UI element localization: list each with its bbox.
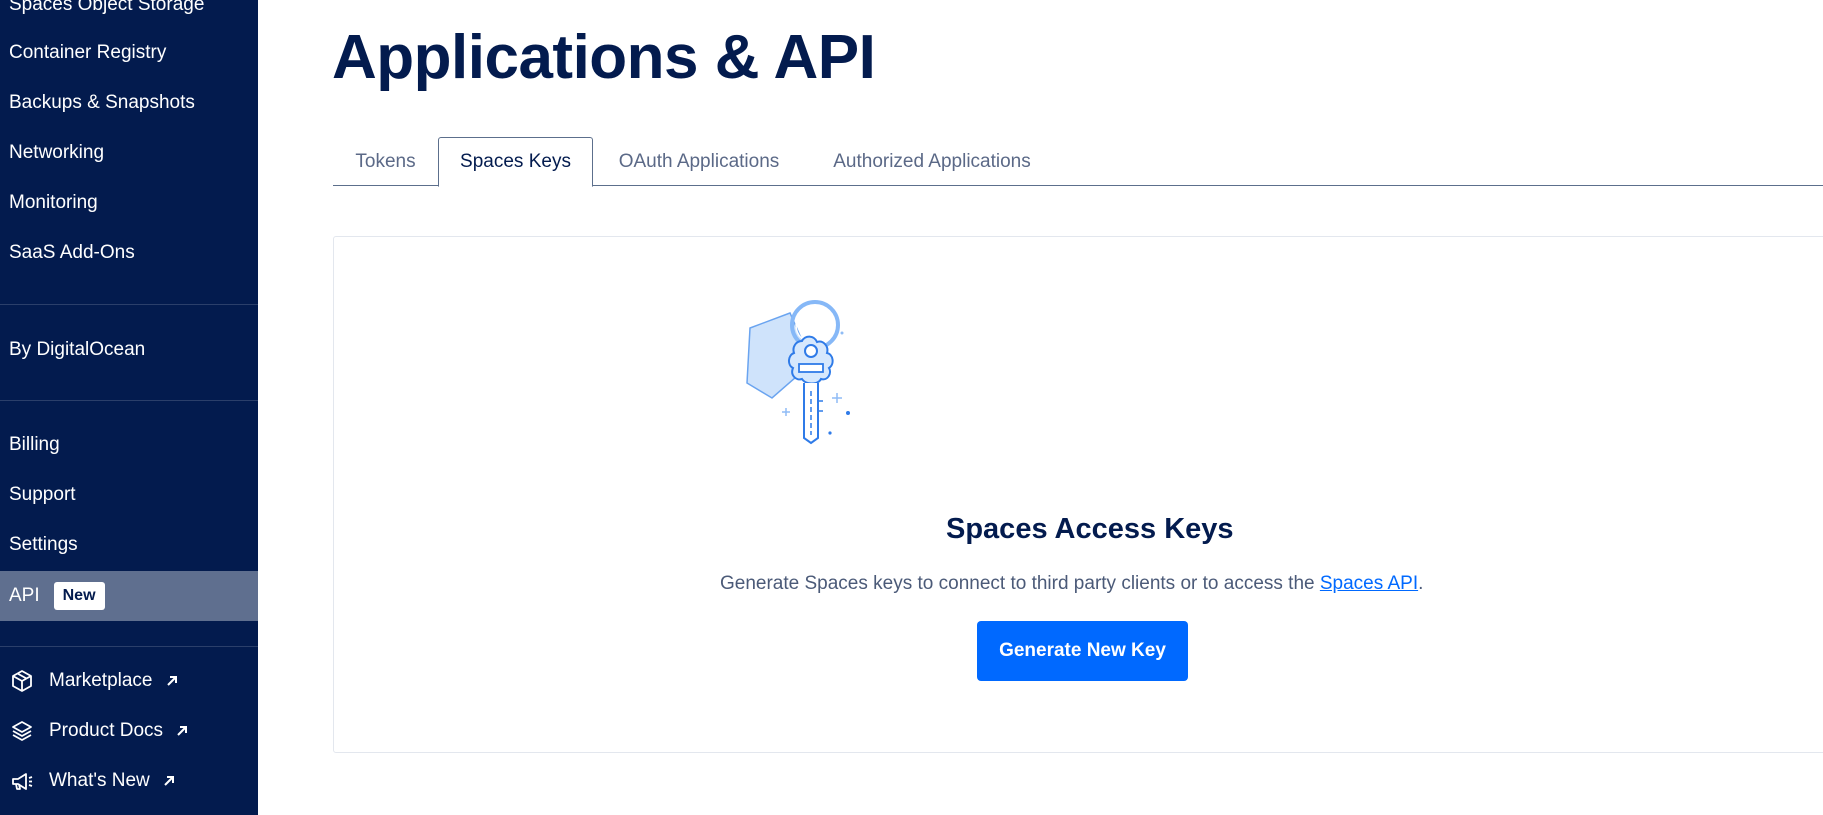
sidebar-item-backups-snapshots[interactable]: Backups & Snapshots xyxy=(0,83,258,123)
sidebar-item-label: Marketplace xyxy=(49,670,153,691)
sidebar-item-label: Product Docs xyxy=(49,720,164,741)
tab-label: OAuth Applications xyxy=(618,150,780,172)
layers-icon xyxy=(9,718,35,744)
empty-state-description: Generate Spaces keys to connect to third… xyxy=(720,573,1423,595)
sidebar-item-label: Container Registry xyxy=(9,42,167,63)
sidebar-divider xyxy=(0,646,258,647)
page-title: Applications & API xyxy=(332,23,876,92)
tab-bar: Tokens Spaces Keys OAuth Applications Au… xyxy=(333,137,1823,187)
sidebar-item-monitoring[interactable]: Monitoring xyxy=(0,183,258,223)
sidebar-item-label: Spaces Object Storage xyxy=(9,0,205,15)
spaces-api-link[interactable]: Spaces API xyxy=(1320,573,1418,594)
external-link-arrow-icon xyxy=(162,774,176,788)
sidebar-item-settings[interactable]: Settings xyxy=(0,525,258,565)
generate-new-key-button[interactable]: Generate New Key xyxy=(977,621,1188,681)
sidebar-item-saas-add-ons[interactable]: SaaS Add-Ons xyxy=(0,233,258,273)
sidebar-item-billing[interactable]: Billing xyxy=(0,425,258,465)
tab-authorized-applications[interactable]: Authorized Applications xyxy=(805,137,1059,186)
key-icon xyxy=(746,300,850,445)
sidebar-item-support[interactable]: Support xyxy=(0,475,258,515)
sidebar-item-label: SaaS Add-Ons xyxy=(9,242,135,263)
sidebar-divider xyxy=(0,304,258,305)
sidebar-item-networking[interactable]: Networking xyxy=(0,133,258,173)
sidebar-item-spaces-object-storage[interactable]: Spaces Object Storage xyxy=(0,0,258,25)
empty-state-heading: Spaces Access Keys xyxy=(946,513,1234,545)
sidebar: Spaces Object Storage Container Registry… xyxy=(0,0,258,815)
marketplace-cube-icon xyxy=(9,668,35,694)
tab-label: Spaces Keys xyxy=(460,151,571,172)
sidebar-item-label: API xyxy=(9,585,40,606)
external-link-arrow-icon xyxy=(175,724,189,738)
tab-spaces-keys[interactable]: Spaces Keys xyxy=(438,137,593,187)
sidebar-item-by-digitalocean[interactable]: By DigitalOcean xyxy=(0,330,258,370)
sidebar-item-label: Support xyxy=(9,484,76,505)
sidebar-item-label: Billing xyxy=(9,434,60,455)
new-badge: New xyxy=(53,582,105,610)
sidebar-item-label: Settings xyxy=(9,534,78,555)
sidebar-item-label: Monitoring xyxy=(9,192,98,213)
sidebar-item-label: Networking xyxy=(9,142,105,163)
description-suffix: . xyxy=(1418,573,1424,594)
tab-label: Authorized Applications xyxy=(833,150,1031,172)
sidebar-item-label: By DigitalOcean xyxy=(9,339,146,360)
tab-tokens[interactable]: Tokens xyxy=(333,137,438,186)
megaphone-icon xyxy=(9,768,35,794)
sidebar-item-label: What's New xyxy=(49,770,150,791)
tab-oauth-applications[interactable]: OAuth Applications xyxy=(593,137,805,186)
sidebar-item-product-docs[interactable]: Product Docs xyxy=(0,711,258,751)
sidebar-item-label: Backups & Snapshots xyxy=(9,92,195,113)
sidebar-item-marketplace[interactable]: Marketplace xyxy=(0,661,258,701)
tab-label: Tokens xyxy=(355,150,416,172)
sidebar-item-whats-new[interactable]: What's New xyxy=(0,761,258,801)
description-text: Generate Spaces keys to connect to third… xyxy=(720,573,1320,594)
sidebar-divider xyxy=(0,400,258,401)
external-link-arrow-icon xyxy=(165,674,179,688)
sidebar-item-api[interactable]: API New xyxy=(0,571,258,621)
sidebar-item-container-registry[interactable]: Container Registry xyxy=(0,33,258,73)
